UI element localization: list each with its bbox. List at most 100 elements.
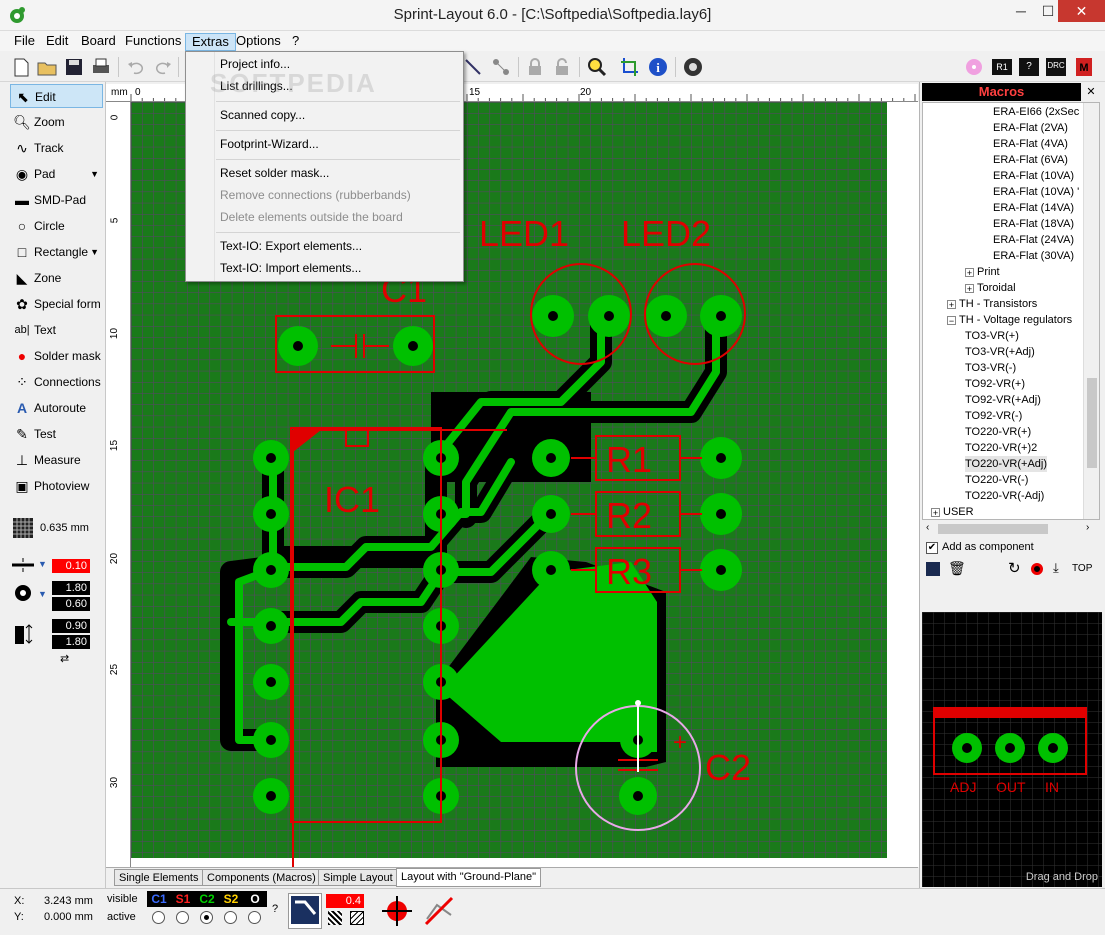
tool-test[interactable]: ✎ Test	[10, 422, 103, 446]
swap-icon[interactable]: ⇄	[60, 652, 69, 665]
delete-macro-icon[interactable]: 🗑︎	[948, 560, 966, 577]
pad-outer-value[interactable]: 1.80	[52, 581, 90, 595]
tree-scrollbar[interactable]	[1083, 103, 1099, 519]
tree-hscrollbar[interactable]: ‹ ›	[922, 522, 1100, 536]
tool-zone[interactable]: ◣ Zone	[10, 266, 103, 290]
tree-toggle-icon[interactable]: +	[931, 507, 940, 517]
menu-item-remove-connections[interactable]: Remove connections (rubberbands)	[220, 185, 411, 205]
tool-edit[interactable]: ⬉ Edit	[10, 84, 103, 108]
new-file-icon[interactable]	[10, 56, 32, 78]
layer-c1-toggle[interactable]: C1	[147, 891, 171, 907]
tree-toggle-icon[interactable]: +	[965, 283, 974, 293]
search-icon[interactable]	[586, 56, 608, 78]
tree-item[interactable]: TO220-VR(+)	[965, 424, 1031, 440]
tool-photoview[interactable]: ▣ Photoview	[10, 474, 103, 498]
save-macro-icon[interactable]	[926, 562, 940, 576]
layer-s1-toggle[interactable]: S1	[171, 891, 195, 907]
tree-item[interactable]: TO220-VR(-Adj)	[965, 488, 1044, 504]
tree-item[interactable]: TO220-VR(-)	[965, 472, 1028, 488]
tree-item[interactable]: + TH - Transistors	[947, 296, 1037, 312]
tree-item[interactable]: TO220-VR(+)2	[965, 440, 1037, 456]
menu-item-reset-solder-mask[interactable]: Reset solder mask...	[220, 163, 329, 183]
tool-solder-mask[interactable]: ● Solder mask	[10, 344, 103, 368]
open-folder-icon[interactable]	[36, 56, 58, 78]
tree-item[interactable]: ERA-Flat (6VA)	[993, 152, 1068, 168]
panel-close-icon[interactable]: ✕	[1084, 85, 1098, 99]
tool-special-form[interactable]: ✿ Special form	[10, 292, 103, 316]
tree-item[interactable]: TO92-VR(+Adj)	[965, 392, 1041, 408]
tree-item[interactable]: + Print	[965, 264, 1000, 280]
tree-item[interactable]: + USER	[931, 504, 974, 519]
menu-item-text-io-import[interactable]: Text-IO: Import elements...	[220, 258, 361, 278]
menu-file[interactable]: File	[8, 33, 41, 51]
crosshair-icon[interactable]	[380, 894, 414, 928]
place-top-icon[interactable]: ⤓	[1053, 560, 1059, 576]
tree-item[interactable]: TO92-VR(+)	[965, 376, 1025, 392]
layer-c2-toggle[interactable]: C2	[195, 891, 219, 907]
rotate-icon[interactable]	[462, 56, 484, 78]
tool-rectangle[interactable]: □ Rectangle ▼	[10, 240, 103, 264]
tree-scroll-thumb[interactable]	[1087, 378, 1097, 468]
mirror-macro-icon[interactable]	[1031, 563, 1043, 575]
menu-item-text-io-export[interactable]: Text-IO: Export elements...	[220, 236, 362, 256]
tool-text[interactable]: ab| Text	[10, 318, 103, 342]
menu-item-footprint-wizard[interactable]: Footprint-Wizard...	[220, 134, 319, 154]
tab-ground-plane[interactable]: Layout with "Ground-Plane"	[396, 868, 541, 887]
component-check-icon[interactable]: ?	[1018, 56, 1040, 78]
tree-item[interactable]: TO3-VR(+)	[965, 328, 1019, 344]
tool-zoom[interactable]: 🔍︎ Zoom	[10, 110, 103, 134]
layer-s1-radio[interactable]	[176, 911, 189, 924]
layer-c1-radio[interactable]	[152, 911, 165, 924]
tool-smd-pad[interactable]: ▬ SMD-Pad	[10, 188, 103, 212]
connect-icon[interactable]	[490, 56, 512, 78]
tree-toggle-icon[interactable]: −	[947, 315, 956, 325]
tree-item[interactable]: ERA-Flat (10VA)	[993, 168, 1074, 184]
undo-icon[interactable]	[125, 56, 147, 78]
cd-icon[interactable]	[963, 56, 985, 78]
tree-item[interactable]: ERA-Flat (10VA) '	[993, 184, 1079, 200]
tool-measure[interactable]: ⊥ Measure	[10, 448, 103, 472]
tool-track[interactable]: ∿ Track	[10, 136, 103, 160]
tree-item[interactable]: ERA-Flat (30VA)	[993, 248, 1074, 264]
gear-icon[interactable]	[682, 56, 704, 78]
smd-height-value[interactable]: 1.80	[52, 635, 90, 649]
menu-extras[interactable]: Extras	[185, 33, 236, 51]
layer-s2-toggle[interactable]: S2	[219, 891, 243, 907]
menu-item-delete-outside[interactable]: Delete elements outside the board	[220, 207, 403, 227]
rotate-macro-icon[interactable]: ↻	[1008, 559, 1021, 577]
tool-circle[interactable]: ○ Circle	[10, 214, 103, 238]
menu-functions[interactable]: Functions	[119, 33, 187, 51]
pad-inner-value[interactable]: 0.60	[52, 597, 90, 611]
tree-item[interactable]: ERA-Flat (2VA)	[993, 120, 1068, 136]
ground-plane-icon[interactable]	[288, 893, 322, 929]
info-icon[interactable]: i	[647, 56, 669, 78]
smd-width-value[interactable]: 0.90	[52, 619, 90, 633]
layer-s2-radio[interactable]	[224, 911, 237, 924]
add-as-component-checkbox[interactable]: ✔	[926, 542, 938, 554]
grid-size[interactable]: 0.635 mm	[40, 522, 89, 534]
redo-icon[interactable]	[152, 56, 174, 78]
tool-connections[interactable]: ⁘ Connections	[10, 370, 103, 394]
macro-preview[interactable]: ADJ OUT IN Drag and Drop	[922, 612, 1102, 887]
tree-item[interactable]: ERA-EI66 (2xSec	[993, 104, 1079, 120]
pad-dropdown-arrow-icon[interactable]: ▼	[90, 162, 99, 186]
close-button[interactable]: ✕	[1058, 0, 1105, 22]
tree-item[interactable]: TO3-VR(+Adj)	[965, 344, 1035, 360]
grid-icon[interactable]	[12, 517, 34, 539]
lock-icon[interactable]	[524, 56, 546, 78]
menu-help[interactable]: ?	[286, 33, 305, 51]
tree-item[interactable]: ERA-Flat (18VA)	[993, 216, 1074, 232]
tab-simple-layout[interactable]: Simple Layout	[318, 869, 398, 886]
menu-board[interactable]: Board	[75, 33, 122, 51]
tree-item[interactable]: + Toroidal	[965, 280, 1016, 296]
tree-item[interactable]: − TH - Voltage regulators	[947, 312, 1072, 328]
scroll-right-icon[interactable]: ›	[1086, 522, 1089, 533]
tree-item[interactable]: ERA-Flat (4VA)	[993, 136, 1068, 152]
drc-icon[interactable]: DRC	[1045, 56, 1067, 78]
layer-o-toggle[interactable]: O	[243, 891, 267, 907]
tree-toggle-icon[interactable]: +	[947, 299, 956, 309]
layer-o-radio[interactable]	[248, 911, 261, 924]
tab-single-elements[interactable]: Single Elements	[114, 869, 204, 886]
save-icon[interactable]	[63, 56, 85, 78]
tree-item[interactable]: ERA-Flat (14VA)	[993, 200, 1074, 216]
